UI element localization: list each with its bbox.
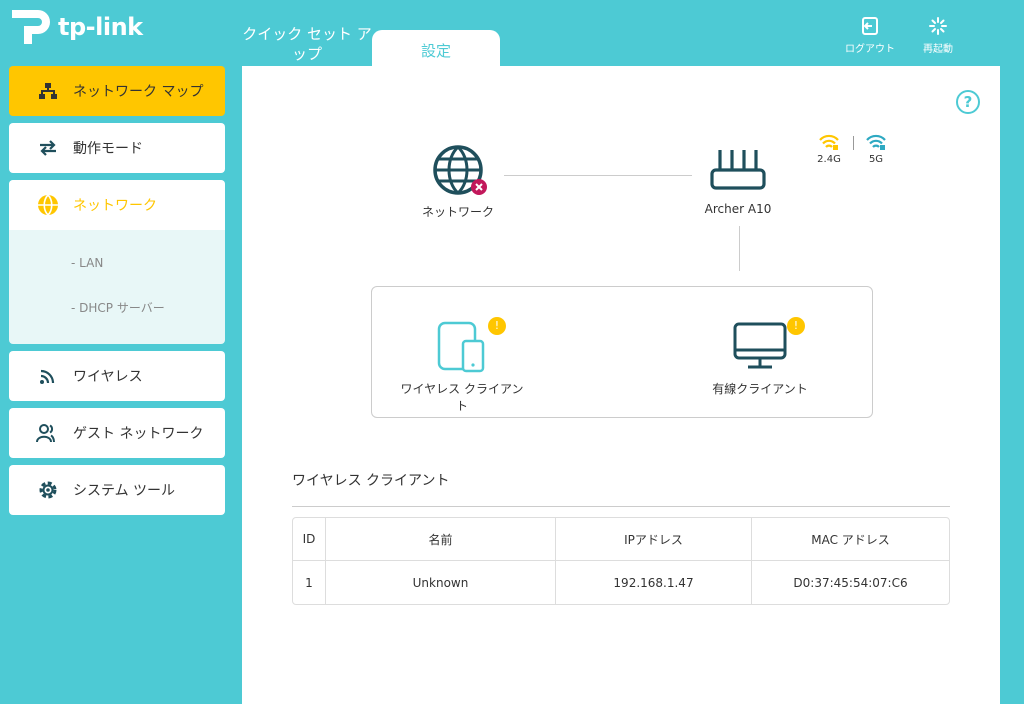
table-header-row: ID 名前 IPアドレス MAC アドレス [293,518,949,561]
operation-mode-icon [35,135,61,161]
column-header-mac: MAC アドレス [752,518,949,561]
reboot-icon [929,17,947,35]
wireless-clients-label: ワイヤレス クライアント [400,382,524,413]
globe-icon [35,192,61,218]
wireless-icon [35,363,61,389]
tp-link-logo: tp-link [10,6,150,48]
warning-badge: ! [488,317,506,335]
logout-icon [862,17,878,35]
logout-button[interactable]: ログアウト [840,16,900,55]
sidebar-item-label: ワイヤレス [73,369,143,385]
logout-label: ログアウト [845,44,895,55]
main-panel: ? ネットワーク Archer A10 2.4G 5G ! ワイヤレス クライア… [242,66,1000,704]
column-header-ip: IPアドレス [556,518,752,561]
section-divider [292,506,950,507]
sidebar-subitem-lan[interactable]: - LAN [9,240,225,285]
band-5g-label: 5G [868,154,884,165]
sidebar-item-network[interactable]: ネットワーク [9,180,225,230]
cell-mac: D0:37:45:54:07:C6 [793,575,908,590]
sidebar-item-network-map[interactable]: ネットワーク マップ [9,66,225,116]
clients-box: ! ワイヤレス クライアント ! 有線クライアント [371,286,873,418]
sidebar-subitem-dhcp-server[interactable]: - DHCP サーバー [9,285,225,330]
network-map-icon [35,78,61,104]
sidebar-item-guest-network[interactable]: ゲスト ネットワーク [9,408,225,458]
cell-id: 1 [293,561,326,604]
section-title: ワイヤレス クライアント [292,473,450,489]
sidebar-item-label: 動作モード [73,141,143,157]
internet-label: ネットワーク [421,205,494,219]
connection-line [504,175,692,176]
cell-name: Unknown [326,561,556,604]
band-divider [853,136,854,150]
tab-settings[interactable]: 設定 [372,30,500,66]
sidebar-group-network: ネットワーク - LAN - DHCP サーバー [9,180,225,344]
gear-icon [35,477,61,503]
sidebar-item-label: ゲスト ネットワーク [73,426,204,442]
wifi-2g-icon [819,134,839,150]
sidebar: ネットワーク マップ 動作モード ネットワーク - LAN - DHCP サーバ… [9,66,225,522]
tp-link-logo-icon [12,10,50,44]
logo-text: tp-link [58,13,143,41]
clients-table: ID 名前 IPアドレス MAC アドレス 1 Unknown 192.168.… [292,517,950,605]
sidebar-item-label: システム ツール [73,483,176,499]
band-2g-label: 2.4G [817,154,841,165]
sidebar-item-label: ネットワーク マップ [73,84,204,100]
internet-globe-icon[interactable] [430,142,490,198]
column-header-id: ID [293,518,326,561]
connection-line [739,226,740,271]
sidebar-item-system-tools[interactable]: システム ツール [9,465,225,515]
router-label: Archer A10 [704,202,772,216]
help-icon[interactable]: ? [956,90,980,114]
table-row: 1 Unknown 192.168.1.47 D0:37:45:54:07:C6 [293,561,949,604]
sidebar-item-wireless[interactable]: ワイヤレス [9,351,225,401]
reboot-label: 再起動 [923,44,953,55]
sidebar-item-label: ネットワーク [73,198,157,214]
cell-ip: 192.168.1.47 [556,561,752,604]
guest-network-icon [35,420,61,446]
wired-client-icon[interactable] [732,321,788,371]
tab-quick-setup[interactable]: クイック セット アップ [242,24,372,64]
column-header-name: 名前 [326,518,556,561]
wired-clients-label: 有線クライアント [712,382,808,396]
wifi-5g-icon [866,134,886,150]
sidebar-item-operation-mode[interactable]: 動作モード [9,123,225,173]
warning-badge: ! [787,317,805,335]
reboot-button[interactable]: 再起動 [908,16,968,55]
wireless-client-icon[interactable] [437,321,487,373]
router-icon[interactable] [708,148,768,194]
